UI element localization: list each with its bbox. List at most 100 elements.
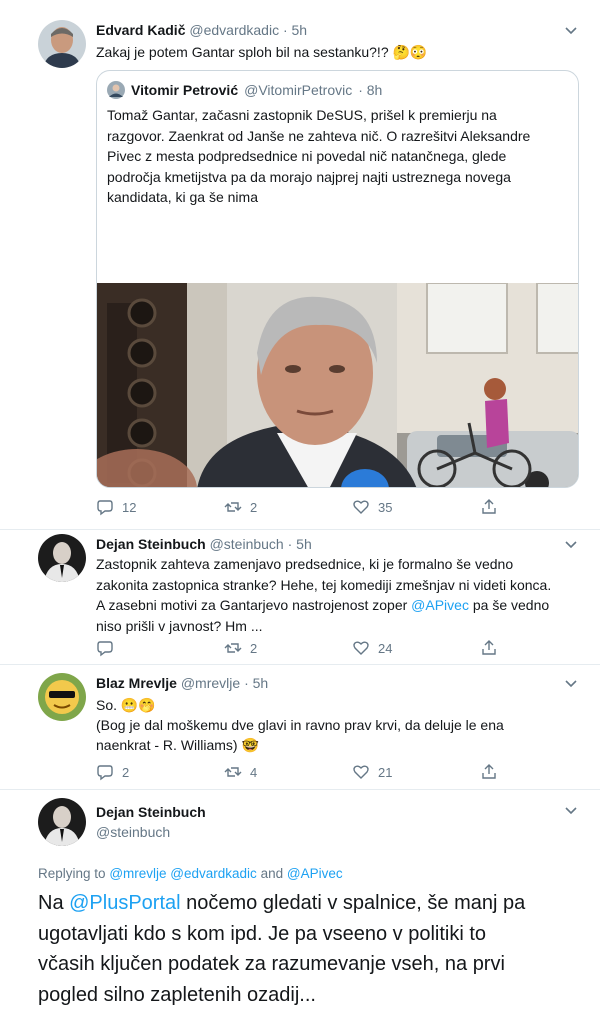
like-button[interactable]: 24: [352, 638, 392, 658]
tweet-header: Blaz Mrevlje @mrevlje · 5h: [96, 675, 268, 691]
author-handle[interactable]: @steinbuch: [210, 536, 284, 552]
author-name[interactable]: Edvard Kadič: [96, 22, 185, 38]
quoted-text-line: razgovor. Zaenkrat od Janše ne zahteva n…: [107, 127, 531, 144]
quoted-tweet[interactable]: Vitomir Petrović @VitomirPetrovic · 8h T…: [96, 70, 579, 488]
quoted-text-line: Pivec z mesta podpredsednice ni povedal …: [107, 148, 507, 164]
tweet-text-line: naenkrat - R. Williams) 🤓: [96, 737, 259, 753]
tweet-header: Edvard Kadič @edvardkadic · 5h: [96, 22, 307, 38]
chevron-down-icon[interactable]: [564, 804, 578, 818]
tweet-text-line: (Bog je dal moškemu dve glavi in ravno p…: [96, 717, 504, 733]
reply-icon: [97, 765, 113, 781]
heart-icon: [353, 641, 369, 655]
share-button[interactable]: [480, 497, 498, 517]
reply-count: 12: [122, 499, 137, 515]
retweet-icon: [224, 767, 242, 777]
tweet-text-line: A zasebni motivi za Gantarjevo nastrojen…: [96, 595, 551, 616]
tweet-header: Dejan Steinbuch @steinbuch · 5h: [96, 536, 312, 552]
replying-label: Replying to: [38, 866, 106, 881]
tweet-actions: 12 2 35: [96, 497, 516, 517]
mention-link[interactable]: @APivec: [411, 597, 469, 613]
tweet-text-segment: A zasebni motivi za Gantarjevo nastrojen…: [96, 597, 412, 613]
chevron-down-icon[interactable]: [564, 24, 578, 38]
share-icon: [482, 764, 496, 779]
like-button[interactable]: 21: [352, 762, 392, 782]
quoted-time: · 8h: [358, 82, 383, 98]
tweet-text-line: ugotavljati kdo s kom ipd. Je pa vseeno …: [38, 922, 487, 945]
author-handle[interactable]: @mrevlje: [181, 675, 240, 691]
tweet-text: So. 😬🤭 (Bog je dal moškemu dve glavi in …: [96, 695, 504, 755]
avatar-vitomir[interactable]: [107, 81, 125, 99]
quoted-tweet-photo[interactable]: [97, 283, 579, 488]
tweet-time[interactable]: · 5h: [288, 536, 312, 552]
tweet-text: Zakaj je potem Gantar sploh bil na sesta…: [96, 44, 428, 60]
like-button[interactable]: 35: [352, 497, 392, 517]
chevron-down-icon[interactable]: [564, 538, 578, 552]
tweet-text-line: pogled silno zapletenih ozadij...: [38, 983, 316, 1006]
tweet-text-line: zakonita zastopnica stranke? Hehe, tej k…: [96, 576, 552, 593]
quoted-tweet-text: Tomaž Gantar, začasni zastopnik DeSUS, p…: [107, 105, 530, 208]
tweet-text-line: Zastopnik zahteva zamenjavo predsednice,…: [96, 556, 514, 572]
tweet-text-segment: nočemo gledati v spalnice, še manj pa: [180, 892, 526, 914]
avatar-edvard[interactable]: [38, 20, 86, 68]
avatar-dejan[interactable]: [38, 534, 86, 582]
author-handle[interactable]: @edvardkadic: [189, 22, 279, 38]
tweet-edvard[interactable]: Edvard Kadič @edvardkadic · 5h Zakaj je …: [0, 0, 600, 530]
retweet-icon: [224, 643, 242, 653]
mention-link[interactable]: @edvardkadic: [170, 866, 257, 881]
quoted-author-name: Vitomir Petrović: [131, 82, 239, 98]
tweet-text-line: Na @PlusPortal nočemo gledati v spalnice…: [38, 888, 525, 919]
author-handle[interactable]: @steinbuch: [96, 824, 170, 840]
mention-link[interactable]: @PlusPortal: [69, 892, 180, 914]
tweet-dejan[interactable]: Dejan Steinbuch @steinbuch · 5h Zastopni…: [0, 530, 600, 665]
share-button[interactable]: [480, 638, 498, 658]
author-name[interactable]: Blaz Mrevlje: [96, 675, 177, 691]
quoted-text-line: področja kmetijstva pa da morajo najprej…: [107, 168, 511, 185]
reply-button[interactable]: 12: [96, 497, 136, 517]
retweet-icon: [224, 502, 242, 512]
tweet-actions: 2 24: [96, 638, 516, 658]
like-count: 35: [378, 499, 393, 515]
tweet-text-line: niso prišli v javnost? Hm ...: [96, 617, 263, 634]
tweet-text-segment: pa še vedno: [468, 597, 550, 613]
author-name[interactable]: Dejan Steinbuch: [96, 536, 206, 552]
replying-to: Replying to @mrevlje @edvardkadic and @A…: [38, 866, 343, 881]
replying-and: and: [260, 866, 284, 881]
avatar-blaz[interactable]: [38, 673, 86, 721]
focused-tweet-text: Na @PlusPortal nočemo gledati v spalnice…: [38, 888, 525, 1010]
share-icon: [482, 499, 496, 514]
tweet-time[interactable]: · 5h: [244, 675, 268, 691]
quoted-text-line: kandidata, ki ga še nima: [107, 189, 258, 205]
like-count: 24: [378, 640, 393, 656]
reply-icon: [97, 500, 113, 516]
tweet-text-line: včasih ključen podatek za razumevanje vs…: [38, 953, 505, 975]
quoted-tweet-header: Vitomir Petrović @VitomirPetrovic · 8h: [107, 81, 382, 99]
reply-count: 2: [122, 764, 130, 780]
tweet-blaz[interactable]: Blaz Mrevlje @mrevlje · 5h So. 😬🤭 (Bog j…: [0, 665, 600, 790]
tweet-time[interactable]: · 5h: [283, 22, 307, 38]
quoted-author-handle: @VitomirPetrovic: [244, 82, 353, 98]
retweet-count: 2: [250, 640, 258, 656]
retweet-button[interactable]: 2: [224, 497, 257, 517]
heart-icon: [353, 500, 369, 514]
mention-link[interactable]: @APivec: [287, 866, 343, 881]
quoted-text-line: Tomaž Gantar, začasni zastopnik DeSUS, p…: [107, 107, 497, 123]
reply-button[interactable]: [96, 638, 122, 658]
reply-icon: [97, 641, 113, 657]
mention-link[interactable]: @mrevlje: [109, 866, 166, 881]
retweet-button[interactable]: 4: [224, 762, 257, 782]
avatar-dejan[interactable]: [38, 798, 86, 846]
tweet-text-segment: Na: [38, 892, 70, 914]
retweet-button[interactable]: 2: [224, 638, 257, 658]
heart-icon: [353, 765, 369, 779]
retweet-count: 4: [250, 764, 258, 780]
share-button[interactable]: [480, 762, 498, 782]
tweet-text: Zastopnik zahteva zamenjavo predsednice,…: [96, 554, 551, 636]
tweet-text-line: So. 😬🤭: [96, 697, 156, 713]
tweet-actions: 2 4 21: [96, 762, 516, 782]
reply-button[interactable]: 2: [96, 762, 129, 782]
chevron-down-icon[interactable]: [564, 677, 578, 691]
like-count: 21: [378, 764, 393, 780]
share-icon: [482, 640, 496, 655]
author-name[interactable]: Dejan Steinbuch: [96, 804, 206, 820]
retweet-count: 2: [250, 499, 258, 515]
